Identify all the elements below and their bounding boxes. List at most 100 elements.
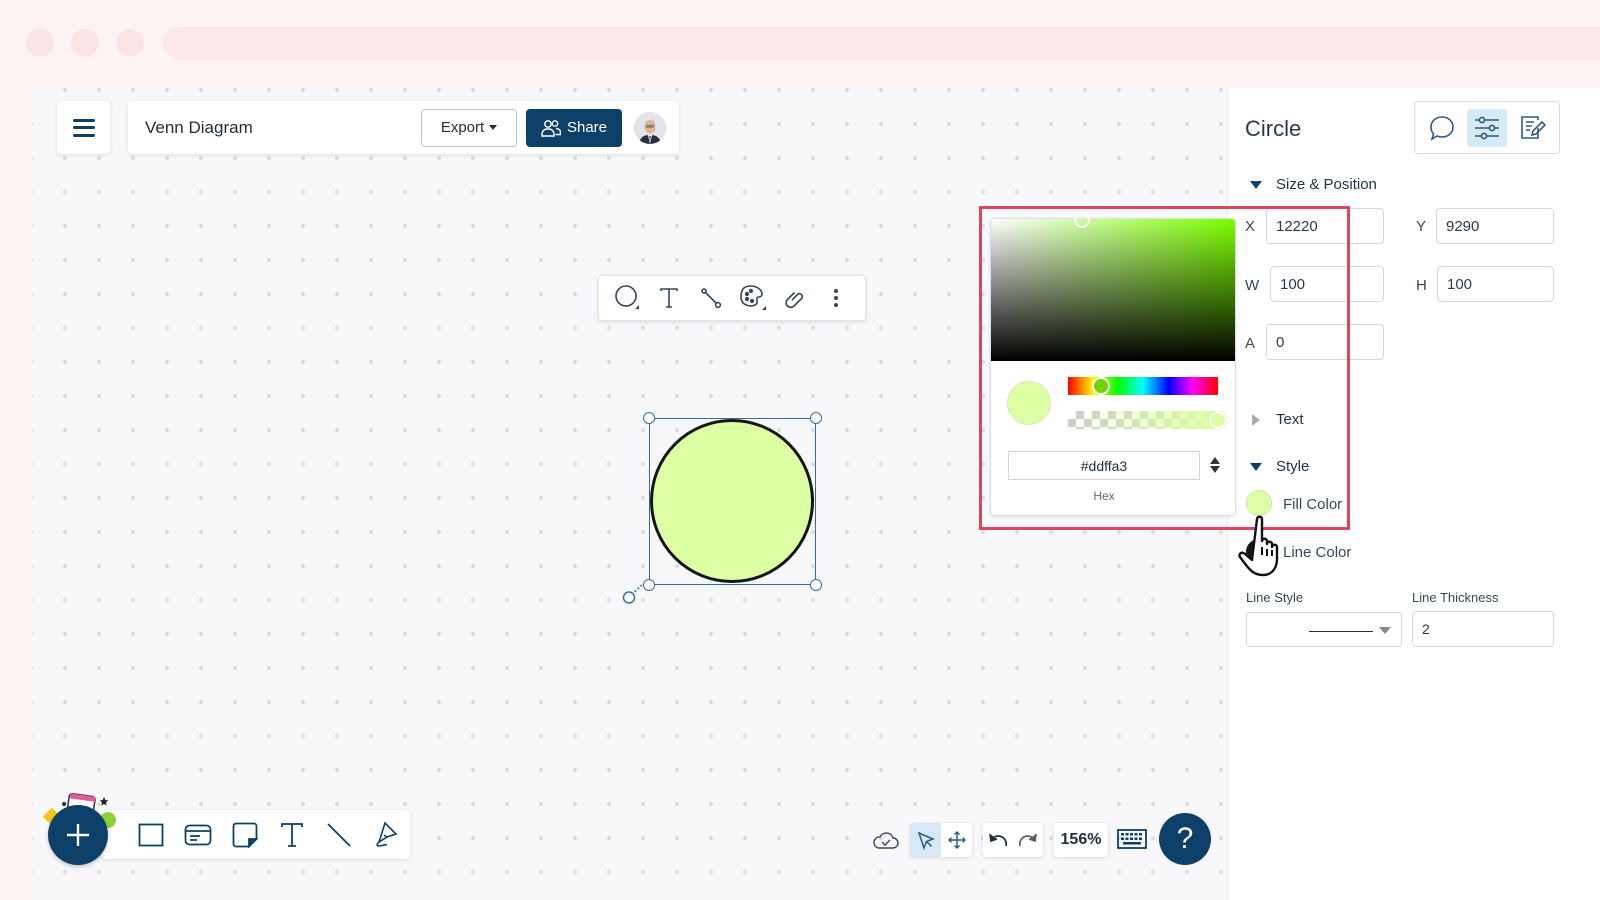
chevron-down-icon	[1379, 627, 1391, 634]
fill-color-swatch[interactable]	[1246, 490, 1272, 516]
tab-notes[interactable]	[1512, 109, 1552, 147]
quick-shapes-toolbar	[102, 810, 410, 859]
card-tool-button[interactable]	[174, 815, 221, 855]
more-options-button[interactable]	[821, 283, 851, 313]
keyboard-shortcuts-icon[interactable]	[1117, 828, 1147, 850]
redo-icon	[1018, 833, 1037, 847]
rotate-handle[interactable]	[622, 582, 652, 612]
share-label: Share	[566, 119, 608, 136]
line-thickness-label: Line Thickness	[1412, 590, 1499, 605]
collapse-icon	[1250, 462, 1262, 471]
add-shape-button[interactable]	[48, 805, 108, 865]
section-title: Size & Position	[1276, 176, 1377, 193]
section-style[interactable]: Style	[1250, 458, 1309, 475]
tab-comments[interactable]	[1422, 109, 1462, 147]
line-style-label: Line Style	[1246, 590, 1304, 605]
canvas[interactable]: Venn Diagram Export Share #ddffa3 Hex 15…	[32, 88, 1350, 900]
redo-button[interactable]	[1015, 825, 1041, 855]
color-preview-swatch	[1007, 381, 1051, 425]
y-input[interactable]	[1436, 208, 1554, 244]
pen-tool-button[interactable]	[363, 815, 410, 855]
export-label: Export	[440, 119, 485, 136]
pen-icon	[376, 821, 398, 847]
panel-title: Circle	[1245, 116, 1302, 141]
alpha-slider[interactable]	[1068, 411, 1227, 429]
alpha-slider-thumb[interactable]	[1209, 411, 1227, 429]
pan-mode-button[interactable]	[941, 823, 972, 857]
shape-context-toolbar	[598, 275, 866, 321]
properties-panel: Circle Size & Position X Y W H A	[1227, 88, 1600, 900]
shape-type-button[interactable]	[613, 283, 643, 313]
cloud-saved-status	[872, 828, 900, 852]
hex-input[interactable]	[1008, 451, 1200, 480]
share-button[interactable]: Share	[526, 108, 622, 147]
h-input[interactable]	[1437, 266, 1554, 302]
rectangle-tool-button[interactable]	[127, 815, 174, 855]
x-label: X	[1245, 218, 1256, 235]
text-shape-tool-button[interactable]	[269, 815, 316, 855]
saturation-cursor[interactable]	[1074, 212, 1090, 228]
line-icon	[327, 822, 351, 847]
angle-input[interactable]	[1266, 324, 1384, 360]
line-color-swatch[interactable]	[1246, 539, 1272, 565]
undo-icon	[989, 833, 1008, 847]
y-label: Y	[1416, 218, 1427, 235]
color-format-toggle[interactable]	[1209, 455, 1221, 475]
resize-handle-bottom-right[interactable]	[810, 579, 822, 591]
text-icon	[660, 288, 679, 308]
sticky-note-icon	[232, 822, 259, 848]
user-avatar[interactable]	[634, 111, 666, 144]
connector-button[interactable]	[696, 283, 726, 313]
panel-tabs	[1414, 101, 1560, 154]
window-dot-minimize	[71, 29, 99, 57]
resize-handle-top-right[interactable]	[810, 412, 822, 424]
line-style-select[interactable]	[1246, 612, 1402, 647]
h-label: H	[1416, 277, 1427, 294]
sticky-note-tool-button[interactable]	[222, 815, 269, 855]
zoom-level-button[interactable]: 156%	[1054, 823, 1108, 857]
x-input[interactable]	[1266, 208, 1384, 244]
users-icon	[541, 119, 561, 137]
arrow-down-icon	[1210, 466, 1220, 473]
palette-icon	[739, 285, 766, 310]
title-bar: Venn Diagram Export Share	[128, 101, 679, 154]
link-button[interactable]	[779, 283, 809, 313]
w-input[interactable]	[1270, 266, 1384, 302]
saturation-value-area[interactable]	[991, 212, 1235, 361]
document-title[interactable]: Venn Diagram	[145, 118, 421, 138]
section-title: Text	[1276, 411, 1304, 428]
more-vertical-icon	[834, 289, 839, 307]
select-mode-button[interactable]	[910, 823, 941, 857]
line-thickness-input[interactable]	[1412, 611, 1554, 647]
history-group	[983, 823, 1043, 857]
plus-icon	[67, 824, 89, 846]
export-button[interactable]: Export	[421, 108, 517, 147]
circle-shape-icon	[615, 285, 639, 309]
move-icon	[947, 831, 966, 849]
edit-note-icon	[1520, 115, 1546, 139]
tab-properties[interactable]	[1466, 108, 1507, 147]
pointer-icon	[917, 831, 935, 850]
app-window: Venn Diagram Export Share #ddffa3 Hex 15…	[32, 88, 1600, 900]
section-text[interactable]: Text	[1250, 411, 1304, 428]
line-color-label[interactable]: Line Color	[1283, 544, 1351, 561]
hue-slider[interactable]	[1068, 377, 1218, 395]
text-tool-button[interactable]	[654, 283, 684, 313]
help-button[interactable]: ?	[1159, 813, 1211, 865]
arrow-up-icon	[1210, 457, 1220, 464]
style-palette-button[interactable]	[738, 283, 768, 313]
undo-button[interactable]	[985, 825, 1011, 855]
section-size-position[interactable]: Size & Position	[1250, 176, 1377, 193]
hamburger-icon	[72, 118, 95, 137]
window-dot-close	[26, 29, 54, 57]
text-icon	[281, 822, 304, 847]
circle-shape[interactable]	[650, 419, 814, 583]
selected-circle[interactable]	[622, 412, 822, 604]
menu-button[interactable]	[57, 101, 110, 154]
resize-handle-top-left[interactable]	[643, 412, 655, 424]
window-dot-maximize	[116, 29, 144, 57]
hue-slider-thumb[interactable]	[1092, 377, 1110, 395]
line-tool-button[interactable]	[316, 815, 363, 855]
fill-color-label[interactable]: Fill Color	[1283, 496, 1342, 513]
w-label: W	[1245, 277, 1260, 294]
